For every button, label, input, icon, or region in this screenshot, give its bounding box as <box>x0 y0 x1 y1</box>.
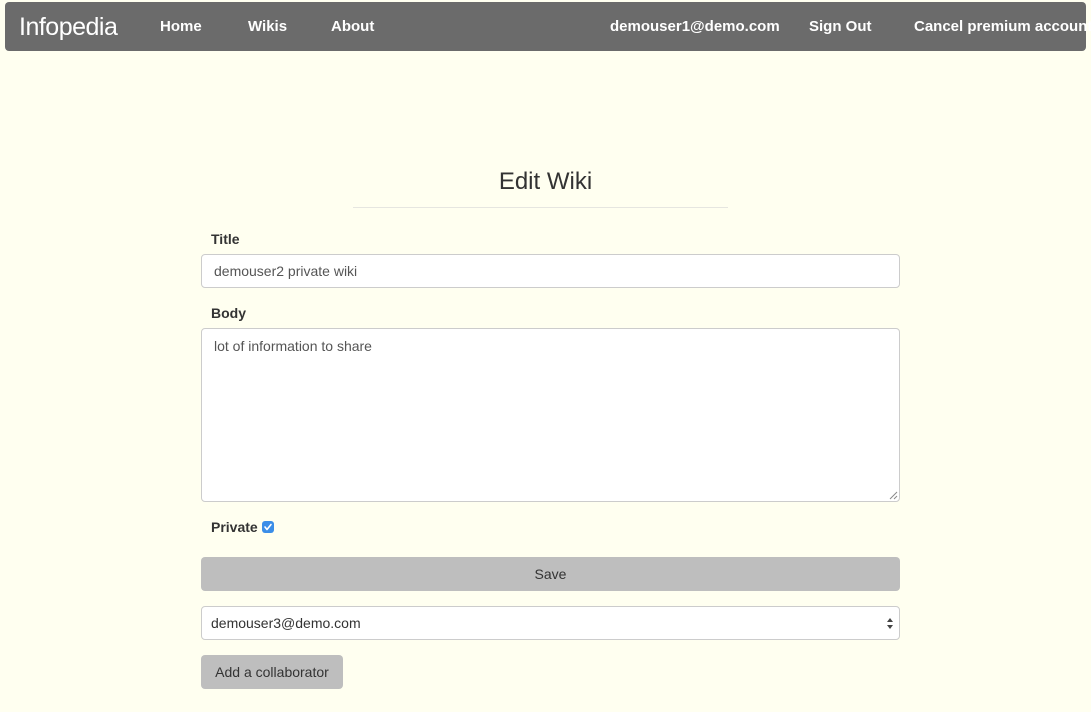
collaborator-select[interactable]: demouser3@demo.com <box>201 606 900 640</box>
checkmark-icon <box>264 523 272 531</box>
title-label: Title <box>211 231 240 247</box>
private-checkbox[interactable] <box>262 521 274 533</box>
page-title: Edit Wiki <box>498 168 593 195</box>
resize-grip-icon[interactable] <box>889 491 898 500</box>
nav-link-home[interactable]: Home <box>160 18 202 35</box>
body-label: Body <box>211 305 246 321</box>
nav-cancel-premium[interactable]: Cancel premium account <box>914 18 1091 35</box>
body-textarea[interactable]: lot of information to share <box>201 328 900 502</box>
add-collaborator-button[interactable]: Add a collaborator <box>201 655 343 689</box>
title-input[interactable] <box>201 254 900 288</box>
top-navbar: Infopedia Home Wikis About demouser1@dem… <box>5 2 1091 51</box>
save-button[interactable]: Save <box>201 557 900 591</box>
nav-sign-out[interactable]: Sign Out <box>809 18 872 35</box>
private-label: Private <box>211 519 258 535</box>
brand-logo-link[interactable]: Infopedia <box>19 13 118 42</box>
title-divider <box>353 207 728 208</box>
select-arrows-icon <box>887 618 893 629</box>
nav-link-about[interactable]: About <box>331 18 374 35</box>
collaborator-select-value: demouser3@demo.com <box>211 615 361 631</box>
nav-user-email[interactable]: demouser1@demo.com <box>610 18 780 35</box>
nav-link-wikis[interactable]: Wikis <box>248 18 287 35</box>
